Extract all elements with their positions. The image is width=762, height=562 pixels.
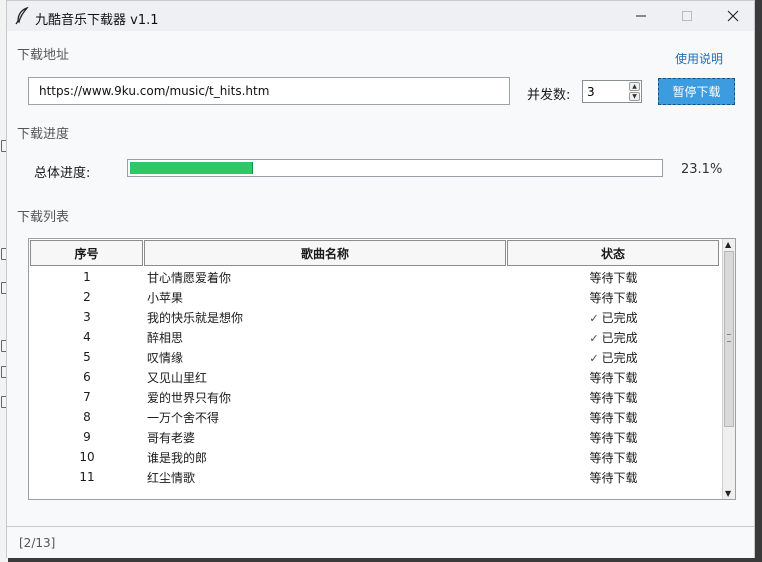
overall-progress-fill bbox=[130, 162, 253, 174]
check-icon: ✓ bbox=[589, 351, 599, 365]
row-number: 5 bbox=[83, 350, 91, 364]
row-song-name: 小苹果 bbox=[147, 290, 184, 305]
overall-progress-label: 总体进度: bbox=[34, 166, 91, 181]
row-song-name: 哥有老婆 bbox=[147, 430, 196, 445]
row-status-text: 等待下载 bbox=[589, 450, 638, 465]
spin-down-icon[interactable]: ▼ bbox=[629, 92, 640, 101]
row-status: 等待下载 bbox=[507, 429, 720, 446]
concurrency-label: 并发数: bbox=[527, 88, 571, 103]
row-status-text: 等待下载 bbox=[589, 290, 638, 305]
table-row[interactable]: 7 爱的世界只有你 等待下载 bbox=[30, 387, 720, 407]
row-number: 11 bbox=[79, 470, 95, 484]
table-row[interactable]: 4 醉相思 ✓ 已完成 bbox=[30, 327, 720, 347]
list-scrollbar[interactable]: ▲ ▼ bbox=[722, 239, 735, 499]
table-row[interactable]: 10 谁是我的郎 等待下载 bbox=[30, 447, 720, 467]
row-song-name: 又见山里红 bbox=[147, 370, 208, 385]
status-text: [2/13] bbox=[19, 536, 56, 550]
row-status-text: 等待下载 bbox=[589, 270, 638, 285]
column-header-number[interactable]: 序号 bbox=[30, 240, 143, 266]
row-song-name: 我的快乐就是想你 bbox=[147, 310, 244, 325]
help-link[interactable]: 使用说明 bbox=[675, 50, 723, 67]
row-status: 等待下载 bbox=[507, 389, 720, 406]
row-status: ✓ 已完成 bbox=[507, 329, 720, 346]
table-row[interactable]: 2 小苹果 等待下载 bbox=[30, 287, 720, 307]
scroll-down-icon[interactable]: ▼ bbox=[725, 490, 731, 498]
row-number: 8 bbox=[83, 410, 91, 424]
row-status: 等待下载 bbox=[507, 369, 720, 386]
window-title: 九酷音乐下载器 v1.1 bbox=[35, 13, 159, 28]
progress-section-label: 下载进度 bbox=[17, 127, 70, 142]
table-body: 1 甘心情愿爱着你 等待下载 2 小苹果 等待下载 3 我的快乐就是想你 ✓ 已完成 4 醉相思 ✓ 已完… bbox=[30, 267, 720, 487]
status-bar: [2/13] bbox=[7, 526, 754, 558]
row-song-name: 红尘情歌 bbox=[147, 470, 196, 485]
table-row[interactable]: 1 甘心情愿爱着你 等待下载 bbox=[30, 267, 720, 287]
column-header-song-name[interactable]: 歌曲名称 bbox=[144, 240, 506, 266]
scroll-up-icon[interactable]: ▲ bbox=[725, 241, 731, 249]
row-status: 等待下载 bbox=[507, 469, 720, 486]
table-row[interactable]: 11 红尘情歌 等待下载 bbox=[30, 467, 720, 487]
row-number: 6 bbox=[83, 370, 91, 384]
spin-up-icon[interactable]: ▲ bbox=[629, 82, 640, 91]
row-song-name: 叹情缘 bbox=[147, 350, 184, 365]
row-song-name: 一万个舍不得 bbox=[147, 410, 220, 425]
concurrency-spinbox[interactable]: ▲ ▼ bbox=[582, 80, 642, 103]
row-status: 等待下载 bbox=[507, 449, 720, 466]
scrollbar-thumb[interactable] bbox=[724, 251, 734, 427]
row-number: 4 bbox=[83, 330, 91, 344]
download-list-table[interactable]: 序号 歌曲名称 状态 1 甘心情愿爱着你 等待下载 2 小苹果 等待下载 3 我的快乐就是想你… bbox=[28, 238, 736, 500]
concurrency-input[interactable] bbox=[583, 81, 635, 102]
row-status-text: 等待下载 bbox=[589, 470, 638, 485]
check-icon: ✓ bbox=[589, 311, 599, 325]
row-status-text: 已完成 bbox=[601, 310, 638, 325]
row-number: 3 bbox=[83, 310, 91, 324]
row-status: 等待下载 bbox=[507, 409, 720, 426]
row-number: 7 bbox=[83, 390, 91, 404]
feather-icon bbox=[15, 7, 29, 25]
row-status: 等待下载 bbox=[507, 289, 720, 306]
overall-progress-bar bbox=[127, 159, 663, 177]
row-song-name: 爱的世界只有你 bbox=[147, 390, 232, 405]
row-song-name: 谁是我的郎 bbox=[147, 450, 208, 465]
row-status-text: 等待下载 bbox=[589, 430, 638, 445]
minimize-button[interactable] bbox=[618, 1, 664, 31]
row-status: ✓ 已完成 bbox=[507, 349, 720, 366]
table-header: 序号 歌曲名称 状态 bbox=[30, 240, 720, 266]
minimize-icon bbox=[636, 15, 646, 17]
title-bar[interactable]: 九酷音乐下载器 v1.1 bbox=[7, 1, 754, 31]
maximize-button[interactable] bbox=[664, 1, 710, 31]
table-row[interactable]: 6 又见山里红 等待下载 bbox=[30, 367, 720, 387]
close-button[interactable] bbox=[710, 1, 756, 31]
table-row[interactable]: 5 叹情缘 ✓ 已完成 bbox=[30, 347, 720, 367]
list-section-label: 下载列表 bbox=[17, 210, 70, 225]
pause-download-button[interactable]: 暂停下载 bbox=[658, 78, 735, 105]
row-song-name: 醉相思 bbox=[147, 330, 184, 345]
row-status-text: 等待下载 bbox=[589, 390, 638, 405]
app-window: 九酷音乐下载器 v1.1 下载地址 使用说明 并发数: ▲ ▼ 暂停下载 下载进… bbox=[6, 0, 755, 558]
overall-progress-percent: 23.1% bbox=[681, 162, 723, 177]
column-header-status[interactable]: 状态 bbox=[507, 240, 719, 266]
row-number: 10 bbox=[79, 450, 95, 464]
row-status-text: 已完成 bbox=[601, 330, 638, 345]
row-number: 9 bbox=[83, 430, 91, 444]
maximize-icon bbox=[682, 11, 692, 21]
url-input[interactable] bbox=[28, 77, 510, 105]
row-song-name: 甘心情愿爱着你 bbox=[147, 270, 232, 285]
table-row[interactable]: 3 我的快乐就是想你 ✓ 已完成 bbox=[30, 307, 720, 327]
row-status-text: 等待下载 bbox=[589, 370, 638, 385]
close-icon bbox=[727, 10, 739, 22]
row-number: 1 bbox=[83, 270, 91, 284]
row-number: 2 bbox=[83, 290, 91, 304]
table-row[interactable]: 9 哥有老婆 等待下载 bbox=[30, 427, 720, 447]
row-status-text: 已完成 bbox=[601, 350, 638, 365]
row-status: ✓ 已完成 bbox=[507, 309, 720, 326]
row-status-text: 等待下载 bbox=[589, 410, 638, 425]
check-icon: ✓ bbox=[589, 331, 599, 345]
row-status: 等待下载 bbox=[507, 269, 720, 286]
address-section-label: 下载地址 bbox=[17, 48, 70, 63]
table-row[interactable]: 8 一万个舍不得 等待下载 bbox=[30, 407, 720, 427]
